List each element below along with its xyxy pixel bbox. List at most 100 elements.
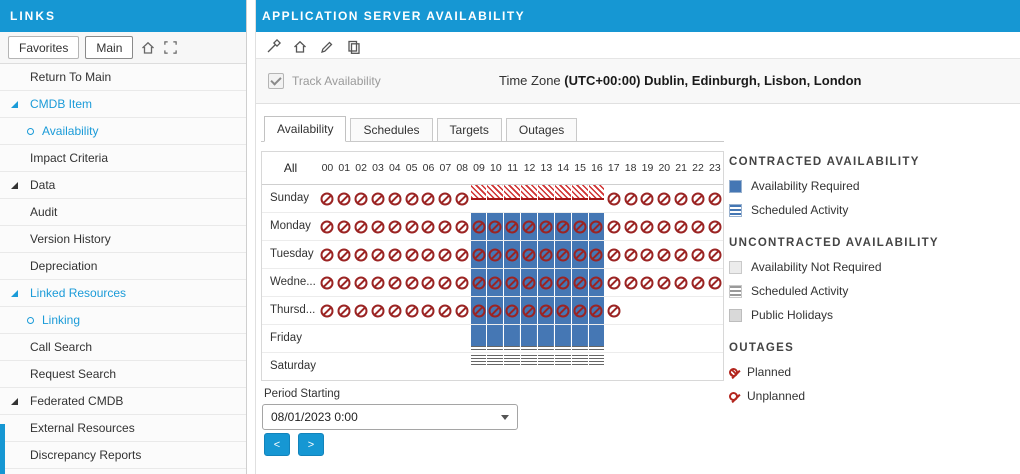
sidebar-item-federated-cmdb[interactable]: Federated CMDB	[0, 388, 246, 415]
availability-cell[interactable]	[690, 325, 707, 352]
availability-cell[interactable]	[487, 325, 504, 352]
previous-period-button[interactable]: <	[264, 433, 290, 456]
hour-label-19[interactable]: 19	[639, 162, 656, 174]
availability-cell[interactable]	[706, 325, 723, 352]
hour-label-15[interactable]: 15	[572, 162, 589, 174]
availability-cell[interactable]	[471, 213, 488, 240]
availability-cell[interactable]	[353, 325, 370, 352]
hour-label-03[interactable]: 03	[370, 162, 387, 174]
tab-targets[interactable]: Targets	[437, 118, 502, 142]
availability-cell[interactable]	[538, 213, 555, 240]
availability-cell[interactable]	[386, 325, 403, 352]
hour-label-16[interactable]: 16	[589, 162, 606, 174]
availability-cell[interactable]	[437, 269, 454, 296]
availability-cell[interactable]	[706, 353, 723, 380]
hour-label-14[interactable]: 14	[555, 162, 572, 174]
availability-cell[interactable]	[622, 241, 639, 268]
availability-cell[interactable]	[656, 213, 673, 240]
sidebar-item-depreciation[interactable]: Depreciation	[0, 253, 246, 280]
hour-label-07[interactable]: 07	[437, 162, 454, 174]
availability-cell[interactable]	[319, 213, 336, 240]
hour-label-05[interactable]: 05	[403, 162, 420, 174]
availability-cell[interactable]	[370, 297, 387, 324]
availability-cell[interactable]	[336, 185, 353, 212]
availability-cell[interactable]	[353, 185, 370, 212]
availability-cell[interactable]	[656, 297, 673, 324]
availability-cell[interactable]	[656, 185, 673, 212]
sidebar-item-availability[interactable]: Availability	[0, 118, 246, 145]
availability-cell[interactable]	[622, 353, 639, 380]
availability-cell[interactable]	[487, 353, 504, 380]
availability-cell[interactable]	[656, 325, 673, 352]
sidebar-item-data[interactable]: Data	[0, 172, 246, 199]
hour-label-02[interactable]: 02	[353, 162, 370, 174]
availability-cell[interactable]	[420, 213, 437, 240]
tab-schedules[interactable]: Schedules	[350, 118, 432, 142]
hour-label-22[interactable]: 22	[690, 162, 707, 174]
availability-cell[interactable]	[521, 353, 538, 380]
availability-cell[interactable]	[690, 297, 707, 324]
home-icon[interactable]	[291, 38, 309, 56]
tab-favorites[interactable]: Favorites	[8, 36, 79, 59]
availability-cell[interactable]	[487, 269, 504, 296]
availability-cell[interactable]	[386, 353, 403, 380]
availability-cell[interactable]	[454, 213, 471, 240]
availability-cell[interactable]	[420, 325, 437, 352]
availability-cell[interactable]	[370, 325, 387, 352]
availability-cell[interactable]	[639, 353, 656, 380]
availability-cell[interactable]	[487, 185, 504, 212]
availability-cell[interactable]	[420, 269, 437, 296]
availability-cell[interactable]	[639, 185, 656, 212]
availability-cell[interactable]	[605, 185, 622, 212]
availability-cell[interactable]	[370, 353, 387, 380]
availability-cell[interactable]	[639, 213, 656, 240]
sidebar-item-linked-resources[interactable]: Linked Resources	[0, 280, 246, 307]
availability-cell[interactable]	[504, 353, 521, 380]
availability-cell[interactable]	[589, 353, 606, 380]
availability-cell[interactable]	[572, 297, 589, 324]
availability-cell[interactable]	[538, 241, 555, 268]
hour-label-18[interactable]: 18	[622, 162, 639, 174]
availability-cell[interactable]	[504, 213, 521, 240]
sidebar-item-call-search[interactable]: Call Search	[0, 334, 246, 361]
availability-cell[interactable]	[386, 185, 403, 212]
availability-cell[interactable]	[336, 297, 353, 324]
availability-cell[interactable]	[454, 325, 471, 352]
sidebar-scrollbar[interactable]	[0, 424, 5, 474]
availability-cell[interactable]	[706, 269, 723, 296]
availability-cell[interactable]	[487, 297, 504, 324]
availability-cell[interactable]	[538, 269, 555, 296]
availability-cell[interactable]	[319, 297, 336, 324]
availability-cell[interactable]	[555, 241, 572, 268]
availability-cell[interactable]	[437, 353, 454, 380]
availability-cell[interactable]	[370, 185, 387, 212]
availability-cell[interactable]	[538, 297, 555, 324]
availability-cell[interactable]	[504, 325, 521, 352]
hour-label-01[interactable]: 01	[336, 162, 353, 174]
availability-cell[interactable]	[572, 241, 589, 268]
availability-cell[interactable]	[622, 185, 639, 212]
availability-cell[interactable]	[437, 241, 454, 268]
availability-cell[interactable]	[572, 269, 589, 296]
availability-cell[interactable]	[437, 325, 454, 352]
availability-cell[interactable]	[437, 185, 454, 212]
availability-cell[interactable]	[403, 241, 420, 268]
sidebar-item-version-history[interactable]: Version History	[0, 226, 246, 253]
hour-label-08[interactable]: 08	[454, 162, 471, 174]
hour-label-20[interactable]: 20	[656, 162, 673, 174]
availability-cell[interactable]	[386, 269, 403, 296]
availability-cell[interactable]	[538, 325, 555, 352]
availability-cell[interactable]	[454, 185, 471, 212]
availability-cell[interactable]	[521, 185, 538, 212]
edit-icon[interactable]	[318, 38, 336, 56]
availability-cell[interactable]	[572, 353, 589, 380]
availability-cell[interactable]	[504, 241, 521, 268]
availability-cell[interactable]	[572, 325, 589, 352]
hour-label-06[interactable]: 06	[420, 162, 437, 174]
availability-cell[interactable]	[336, 213, 353, 240]
hour-label-17[interactable]: 17	[605, 162, 622, 174]
hour-label-04[interactable]: 04	[386, 162, 403, 174]
availability-cell[interactable]	[690, 269, 707, 296]
sidebar-item-cmdb-item[interactable]: CMDB Item	[0, 91, 246, 118]
sidebar-item-external-resources[interactable]: External Resources	[0, 415, 246, 442]
